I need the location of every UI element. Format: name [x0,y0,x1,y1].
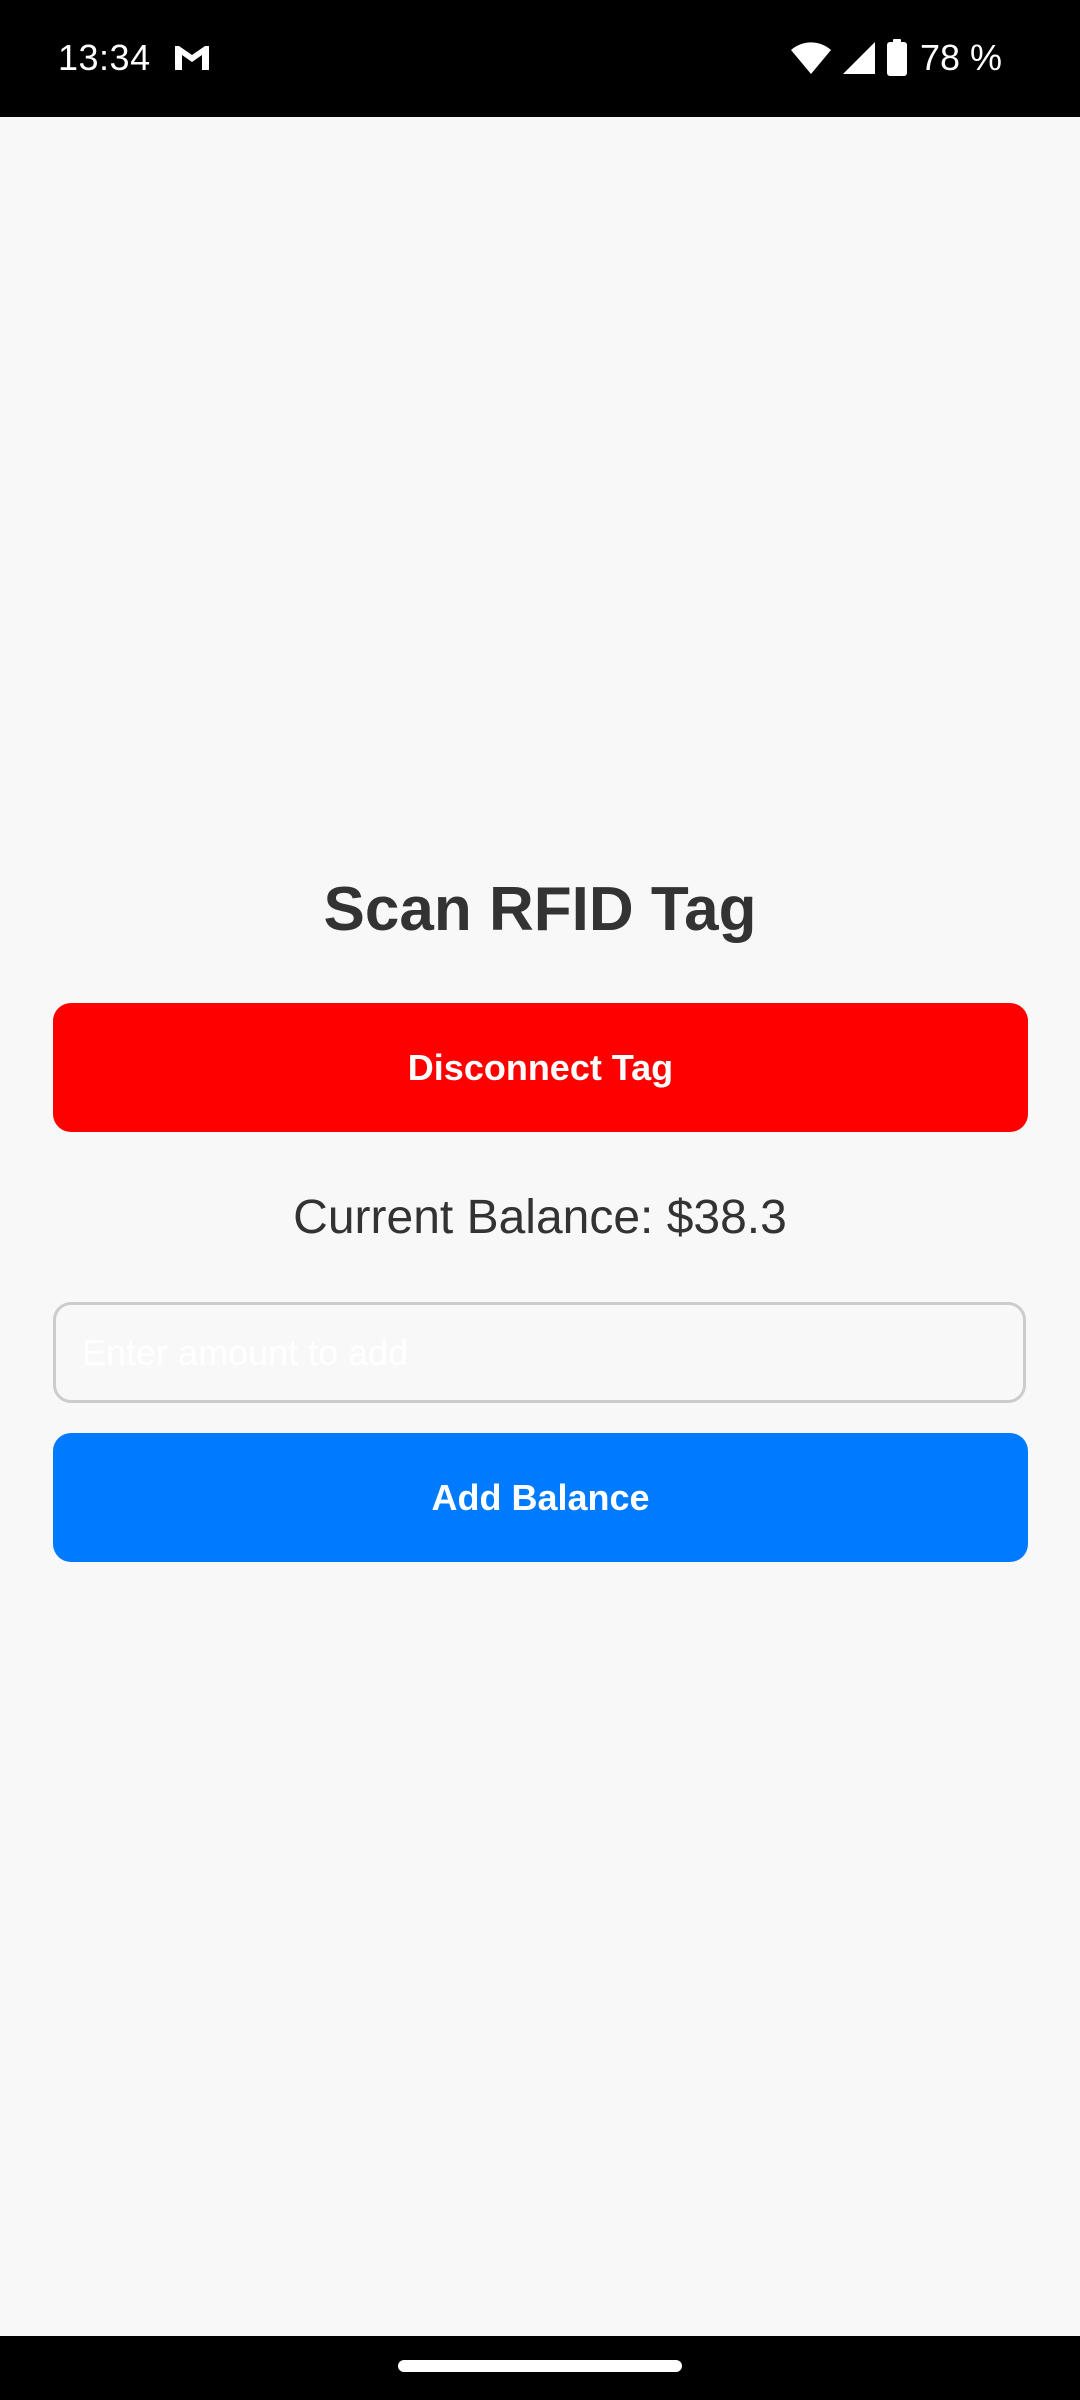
wifi-icon [790,42,831,74]
app-screen: 13:34 78 % Scan RFID Tag Disconnect Tag … [0,0,1080,2400]
gmail-icon [175,46,209,70]
status-icons: 78 % [790,36,1002,80]
current-balance-text: Current Balance: $38.3 [293,1191,787,1244]
amount-input[interactable] [53,1302,1026,1403]
battery-icon [886,39,907,76]
add-balance-button[interactable]: Add Balance [53,1433,1028,1562]
home-indicator-handle[interactable] [398,2360,682,2372]
page-title: Scan RFID Tag [323,875,757,944]
battery-percentage: 78 % [919,37,1002,78]
status-time: 13:34 [58,37,151,78]
status-bar: 13:34 78 % [0,0,1080,117]
cell-signal-icon [842,42,875,74]
disconnect-tag-button[interactable]: Disconnect Tag [53,1003,1028,1132]
